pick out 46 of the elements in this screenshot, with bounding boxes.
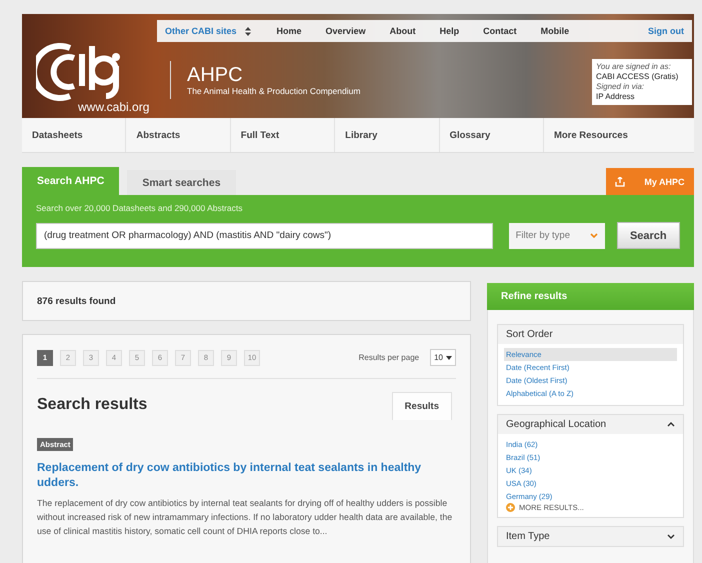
search-hint: Search over 20,000 Datasheets and 290,000 Abstracts bbox=[36, 203, 244, 213]
top-nav-link[interactable]: Home bbox=[276, 26, 302, 36]
nav-tab[interactable]: More Resources bbox=[544, 118, 694, 152]
facet-title: Item Type bbox=[506, 531, 550, 542]
search-tab[interactable]: Search AHPC bbox=[22, 167, 120, 195]
search-button[interactable]: Search bbox=[616, 222, 680, 249]
results-count: 876 results found bbox=[37, 296, 116, 306]
results-per-page-label: Results per page bbox=[358, 353, 420, 362]
my-ahpc-button[interactable]: My AHPC bbox=[606, 168, 694, 195]
top-nav-link[interactable]: Overview bbox=[326, 26, 366, 36]
chevron-down-icon bbox=[590, 232, 598, 238]
caret-up-icon[interactable] bbox=[667, 422, 675, 427]
nav-tab[interactable]: Library bbox=[335, 118, 440, 152]
result-title-link[interactable]: Replacement of dry cow antibiotics by internal teat sealants in healthy udders. bbox=[37, 461, 456, 491]
search-tab[interactable]: Smart searches bbox=[127, 170, 236, 195]
top-nav-link[interactable]: Help bbox=[440, 26, 460, 36]
nav-tab[interactable]: Abstracts bbox=[126, 118, 231, 152]
nav-tab[interactable]: Datasheets bbox=[22, 118, 126, 152]
facet-title: Sort Order bbox=[506, 329, 553, 340]
search-results-heading: Search results bbox=[37, 396, 148, 415]
sign-out-link[interactable]: Sign out bbox=[648, 26, 684, 36]
facet-title: Geographical Location bbox=[506, 419, 606, 430]
site-title: AHPC bbox=[187, 64, 244, 86]
filter-dropdown[interactable]: Filter by type bbox=[508, 222, 605, 248]
result-snippet: The replacement of dry cow antibiotics by internal teat sealants for drying off of healthy udders is possible without increased risk of new intramammary infections. If no laboratory udder health data are available, the use of clinical mastitis history, somatic cell count of DHIA reports close to... bbox=[37, 497, 454, 538]
top-nav-link[interactable]: Mobile bbox=[540, 26, 570, 36]
refine-title: Refine results bbox=[501, 291, 568, 302]
nav-tab[interactable]: Full Text bbox=[230, 118, 336, 152]
top-nav-link[interactable]: About bbox=[390, 26, 416, 36]
sign-in-text: IP Address bbox=[596, 92, 636, 102]
caret-down-icon bbox=[446, 356, 452, 360]
sign-in-text: You are signed in as: bbox=[596, 62, 672, 72]
results-tab[interactable]: Results bbox=[392, 392, 452, 420]
site-url: www.cabi.org bbox=[78, 100, 150, 114]
top-nav-link[interactable]: Contact bbox=[483, 26, 517, 36]
up-down-arrows-icon bbox=[244, 26, 251, 36]
sites-dropdown[interactable]: Other CABI sites bbox=[165, 26, 251, 36]
export-icon bbox=[615, 176, 626, 186]
caret-down-icon[interactable] bbox=[667, 534, 675, 539]
nav-tab[interactable]: Glossary bbox=[440, 118, 544, 152]
plus-circle-icon bbox=[506, 503, 515, 512]
sign-in-text: CABI ACCESS (Gratis) bbox=[596, 72, 680, 82]
site-subtitle: The Animal Health & Production Compendium bbox=[187, 86, 362, 96]
search-input[interactable]: (drug treatment OR pharmacology) AND (mastitis AND "dairy cows") bbox=[36, 222, 493, 248]
sign-in-text: Signed in via: bbox=[596, 82, 646, 92]
per-page-select[interactable]: 10 bbox=[430, 349, 456, 366]
